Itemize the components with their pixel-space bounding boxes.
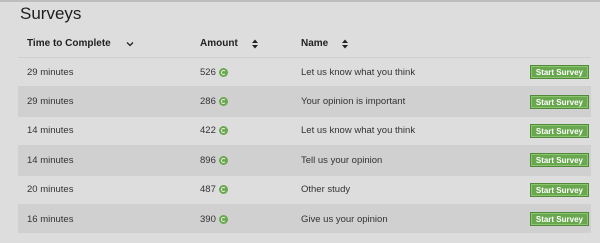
- time-cell: 20 minutes: [27, 184, 74, 196]
- survey-name-cell: Let us know what you think: [301, 66, 416, 78]
- action-cell: Start Survey: [516, 153, 591, 168]
- start-survey-button[interactable]: Start Survey: [529, 212, 589, 227]
- start-survey-button[interactable]: Start Survey: [529, 65, 589, 80]
- coin-icon: [218, 155, 228, 165]
- start-survey-button[interactable]: Start Survey: [529, 153, 589, 168]
- survey-name-cell: Give us your opinion: [301, 213, 388, 225]
- time-cell: 16 minutes: [27, 213, 74, 225]
- top-divider: [0, 0, 600, 2]
- start-survey-button[interactable]: Start Survey: [529, 94, 589, 109]
- sort-icon[interactable]: [250, 39, 260, 49]
- table-row: 14 minutes 422 Let us know what you thin…: [18, 115, 591, 146]
- column-header-name-label: Name: [301, 38, 329, 49]
- action-cell: Start Survey: [516, 123, 591, 138]
- survey-name-cell: Tell us your opinion: [301, 154, 383, 166]
- table-row: 14 minutes 896 Tell us your opinion Star…: [18, 145, 591, 175]
- table-row: 29 minutes 286 Your opinion is important…: [18, 86, 591, 116]
- page-title: Surveys: [20, 4, 82, 23]
- amount-value: 390: [200, 213, 216, 225]
- amount-cell: 487: [190, 184, 293, 195]
- table-body: 29 minutes 526 Let us know what you thin…: [18, 57, 591, 234]
- time-cell: 14 minutes: [27, 154, 74, 166]
- coin-icon: [218, 214, 228, 224]
- column-header-name[interactable]: Name: [293, 38, 516, 49]
- amount-cell: 526: [190, 67, 293, 78]
- column-header-time-label: Time to Complete: [27, 38, 111, 49]
- amount-cell: 896: [190, 155, 293, 166]
- action-cell: Start Survey: [516, 94, 591, 109]
- amount-value: 422: [200, 125, 216, 137]
- sort-icon[interactable]: [340, 39, 350, 49]
- time-cell: 14 minutes: [27, 125, 74, 137]
- column-header-amount-label: Amount: [200, 38, 238, 49]
- amount-cell: 286: [190, 96, 293, 107]
- surveys-table: Time to Complete Amount Name 29 minutes …: [18, 30, 591, 234]
- coin-icon: [218, 97, 228, 107]
- coin-icon: [218, 126, 228, 136]
- table-header: Time to Complete Amount Name: [18, 30, 591, 57]
- amount-value: 286: [200, 96, 216, 108]
- coin-icon: [218, 67, 228, 77]
- amount-cell: 422: [190, 125, 293, 136]
- survey-name-cell: Other study: [301, 184, 351, 196]
- table-row: 20 minutes 487 Other study Start Survey: [18, 174, 591, 204]
- column-header-time[interactable]: Time to Complete: [18, 38, 190, 49]
- chevron-down-icon[interactable]: [125, 39, 135, 49]
- action-cell: Start Survey: [516, 212, 591, 227]
- amount-value: 487: [200, 184, 216, 196]
- survey-name-cell: Let us know what you think: [301, 125, 416, 137]
- time-cell: 29 minutes: [27, 66, 74, 78]
- amount-value: 526: [200, 66, 216, 78]
- coin-icon: [218, 185, 228, 195]
- table-row: 16 minutes 390 Give us your opinion Star…: [18, 203, 591, 234]
- start-survey-button[interactable]: Start Survey: [529, 182, 589, 197]
- start-survey-button[interactable]: Start Survey: [529, 123, 589, 138]
- time-cell: 29 minutes: [27, 96, 74, 108]
- column-header-amount[interactable]: Amount: [190, 38, 293, 49]
- action-cell: Start Survey: [516, 65, 591, 80]
- survey-name-cell: Your opinion is important: [301, 96, 406, 108]
- action-cell: Start Survey: [516, 182, 591, 197]
- table-row: 29 minutes 526 Let us know what you thin…: [18, 57, 591, 87]
- amount-cell: 390: [190, 214, 293, 225]
- amount-value: 896: [200, 154, 216, 166]
